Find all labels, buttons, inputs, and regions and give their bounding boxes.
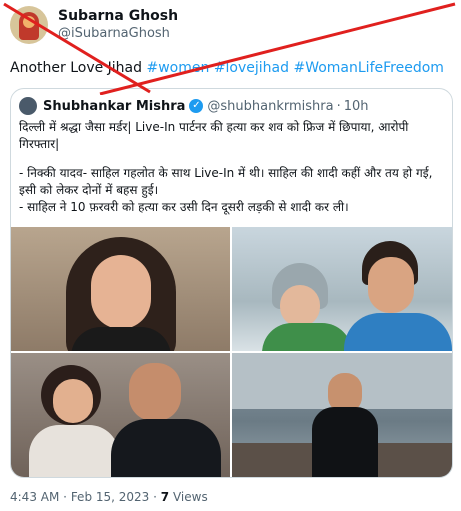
tweet-time[interactable]: 4:43 AM [10,490,59,504]
separator-dot: · [63,490,67,504]
quoted-author-name: Shubhankar Mishra [43,98,186,114]
tweet-text: Another Love Jihad #women #lovejihad #Wo… [10,60,444,76]
separator-dot: · [336,98,341,114]
hashtag-link[interactable]: #WomanLifeFreedom [293,60,443,76]
quoted-author-avatar [19,97,37,115]
quoted-tweet-header: Shubhankar Mishra ✓ @shubhankrmishra · 1… [19,97,369,115]
photo-4[interactable] [232,353,452,477]
quoted-author-handle: @shubhankrmishra [207,98,334,114]
separator-dot: · [153,490,157,504]
author-handle[interactable]: @iSubarnaGhosh [58,25,178,42]
quoted-text-line: इसी को लेकर दोनों में बहस हुई। [19,183,159,197]
tweet-text-prefix: Another Love Jihad [10,60,143,76]
views-count: 7 [160,490,170,504]
quoted-text-line: - साहिल ने 10 फ़रवरी को हत्या कर उसी दिन… [19,200,349,214]
hashtag-link[interactable]: #lovejihad [214,60,289,76]
tweet-footer: 4:43 AM · Feb 15, 2023 · 7 Views [10,490,208,504]
hashtag-link[interactable]: #women [146,60,209,76]
photo-3[interactable] [11,353,230,477]
quoted-text-line: - निक्की यादव- साहिल गहलोत के साथ Live-I… [19,166,433,180]
quoted-text-line: गिरफ्तार| [19,137,60,151]
quoted-tweet-time: 10h [343,98,369,114]
tweet-header: Subarna Ghosh @iSubarnaGhosh [10,6,178,44]
quoted-tweet-text: दिल्ली में श्रद्धा जैसा मर्डर| Live-In प… [19,119,444,216]
quoted-tweet[interactable]: Shubhankar Mishra ✓ @shubhankrmishra · 1… [10,88,453,478]
tweet-date[interactable]: Feb 15, 2023 [71,490,150,504]
author-display-name[interactable]: Subarna Ghosh [58,8,178,25]
photo-1[interactable] [11,227,230,351]
photo-2[interactable] [232,227,452,351]
verified-badge-icon: ✓ [189,99,204,113]
views-label: Views [172,490,208,504]
photo-grid [11,227,452,477]
quoted-text-line: दिल्ली में श्रद्धा जैसा मर्डर| Live-In प… [19,120,409,134]
author-avatar[interactable] [10,6,48,44]
